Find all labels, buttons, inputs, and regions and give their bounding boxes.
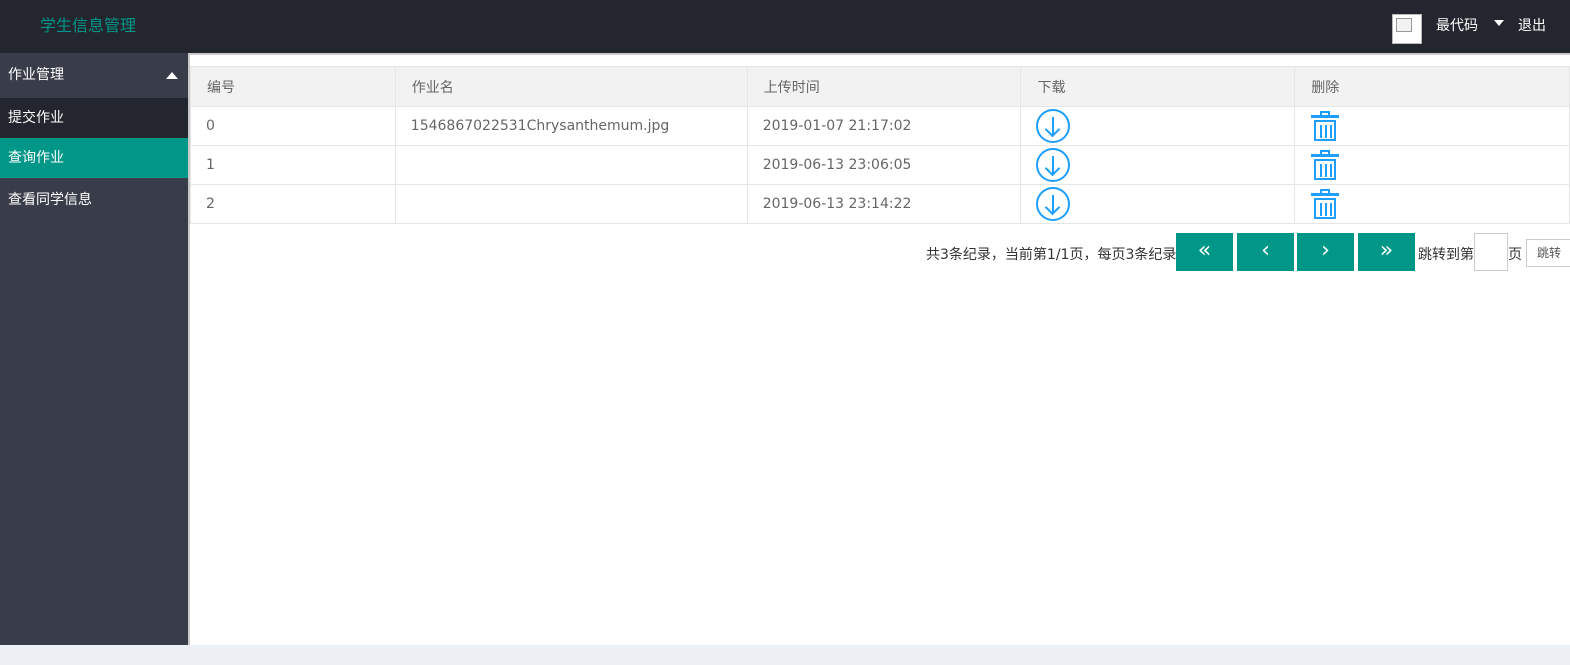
chevron-down-icon[interactable] <box>1494 20 1504 26</box>
cell-time: 2019-06-13 23:14:22 <box>746 184 1022 224</box>
page-label: 页 <box>1508 247 1522 263</box>
sidebar-item-classmates[interactable]: 查看同学信息 <box>0 178 188 222</box>
col-header-name: 作业名 <box>394 66 748 107</box>
sidebar: 作业管理 提交作业 查询作业 查看同学信息 <box>0 53 188 645</box>
cell-name <box>394 184 748 224</box>
brand-title: 学生信息管理 <box>40 16 137 35</box>
cell-id: 0 <box>190 106 396 146</box>
col-header-id: 编号 <box>190 66 396 107</box>
download-icon[interactable] <box>1036 109 1071 143</box>
cell-name <box>394 145 748 185</box>
sidebar-item-submit-homework[interactable]: 提交作业 <box>0 98 188 138</box>
cell-id: 2 <box>190 184 396 224</box>
col-header-time: 上传时间 <box>746 66 1022 107</box>
jump-button[interactable]: 跳转 <box>1526 239 1570 267</box>
jump-label: 跳转到第 <box>1418 247 1474 263</box>
download-icon[interactable] <box>1036 187 1071 221</box>
sidebar-submenu: 提交作业 查询作业 <box>0 98 188 178</box>
main-content: 编号 作业名 上传时间 下载 删除 0 1546867022531Chrysan… <box>188 53 1570 645</box>
cell-delete <box>1294 145 1570 185</box>
first-page-button[interactable]: « <box>1176 233 1233 271</box>
cell-download <box>1020 106 1296 146</box>
chevron-up-icon <box>166 72 178 79</box>
prev-page-button[interactable]: ‹ <box>1237 233 1294 271</box>
sidebar-group-label: 作业管理 <box>8 67 64 83</box>
table-row: 0 1546867022531Chrysanthemum.jpg 2019-01… <box>190 106 1570 146</box>
cell-download <box>1020 145 1296 185</box>
homework-table: 编号 作业名 上传时间 下载 删除 0 1546867022531Chrysan… <box>190 66 1570 224</box>
cell-delete <box>1294 184 1570 224</box>
cell-download <box>1020 184 1296 224</box>
trash-icon[interactable] <box>1310 150 1340 180</box>
sidebar-item-query-homework[interactable]: 查询作业 <box>0 138 188 178</box>
footer-strip <box>0 645 1570 665</box>
logout-link[interactable]: 退出 <box>1518 15 1546 35</box>
pagination: 共3条纪录，当前第1/1页，每页3条纪录 « ‹ › » 跳转到第 页 跳转 <box>926 233 1570 273</box>
download-icon[interactable] <box>1036 148 1071 182</box>
last-page-button[interactable]: » <box>1358 233 1415 271</box>
jump-page-input[interactable] <box>1474 233 1508 271</box>
cell-time: 2019-06-13 23:06:05 <box>746 145 1022 185</box>
cell-time: 2019-01-07 21:17:02 <box>746 106 1022 146</box>
next-page-button[interactable]: › <box>1297 233 1354 271</box>
top-navbar: 学生信息管理 最代码 退出 <box>0 0 1570 53</box>
trash-icon[interactable] <box>1310 189 1340 219</box>
cell-delete <box>1294 106 1570 146</box>
user-name-menu[interactable]: 最代码 <box>1436 15 1478 35</box>
col-header-delete: 删除 <box>1294 66 1570 107</box>
user-avatar[interactable] <box>1392 14 1422 44</box>
cell-name: 1546867022531Chrysanthemum.jpg <box>394 106 748 146</box>
table-row: 1 2019-06-13 23:06:05 <box>190 145 1570 185</box>
table-row: 2 2019-06-13 23:14:22 <box>190 184 1570 224</box>
col-header-download: 下载 <box>1020 66 1296 107</box>
table-header-row: 编号 作业名 上传时间 下载 删除 <box>190 66 1570 107</box>
trash-icon[interactable] <box>1310 111 1340 141</box>
cell-id: 1 <box>190 145 396 185</box>
sidebar-group-homework[interactable]: 作业管理 <box>0 53 188 98</box>
pagination-info: 共3条纪录，当前第1/1页，每页3条纪录 <box>926 247 1177 263</box>
